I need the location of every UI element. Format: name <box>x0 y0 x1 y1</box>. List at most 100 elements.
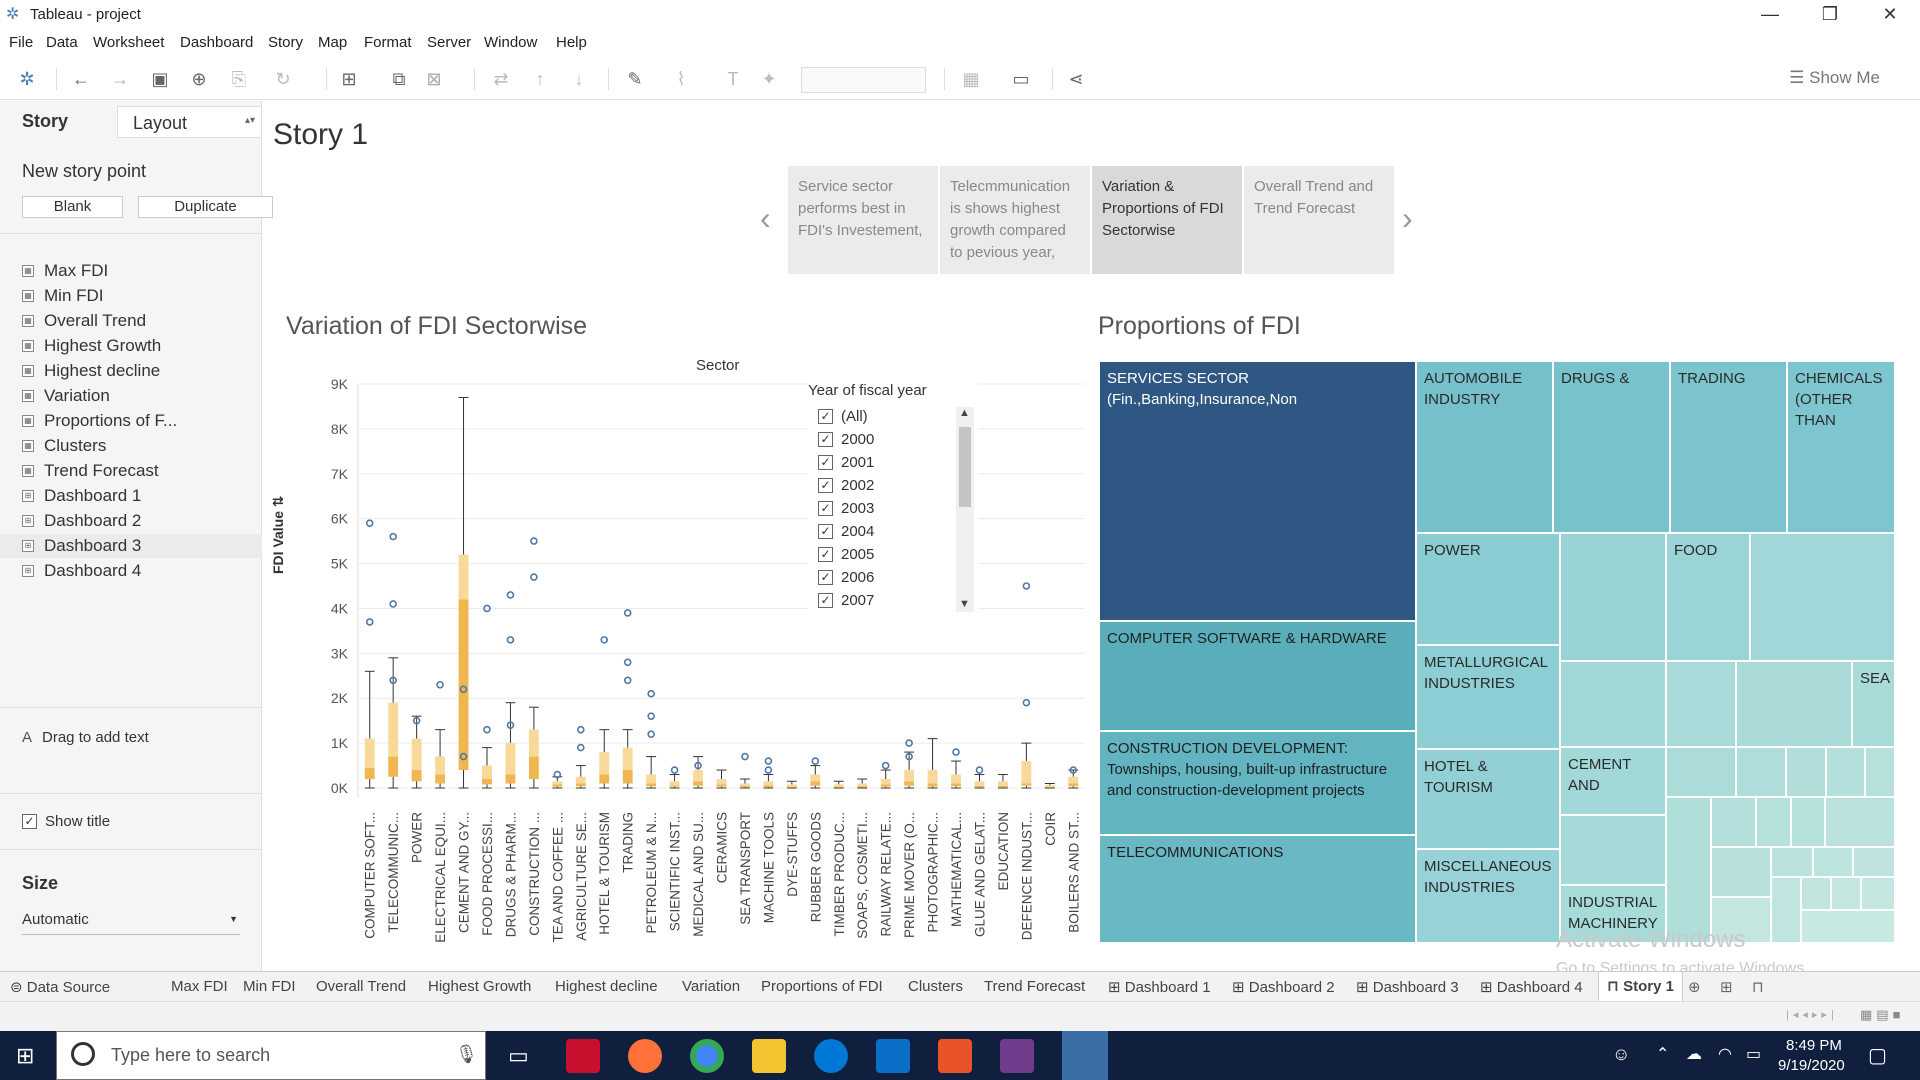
treemap-cell-unlabeled[interactable] <box>1831 877 1861 910</box>
duplicate-button[interactable]: Duplicate <box>138 196 273 218</box>
tab-data-source[interactable]: ⊜ Data Source <box>10 978 110 996</box>
sheet-item-variation[interactable]: ▦ Variation <box>22 384 110 408</box>
office-icon[interactable] <box>938 1039 972 1073</box>
tab-highest-growth[interactable]: Highest Growth <box>428 978 531 995</box>
show-hidden-icons-icon[interactable]: ⌃ <box>1656 1044 1669 1064</box>
filter-item-all[interactable]: ✓ (All) <box>808 405 978 428</box>
show-cards-icon[interactable]: ▦ <box>958 66 984 92</box>
scroll-down-icon[interactable]: ▼ <box>959 598 970 610</box>
new-worksheet-tab-icon[interactable]: ⊕ <box>1688 978 1701 996</box>
tab-clusters[interactable]: Clusters <box>908 978 963 995</box>
treemap-cell-unlabeled[interactable] <box>1853 847 1895 877</box>
filter-item-2000[interactable]: ✓ 2000 <box>808 428 978 451</box>
treemap-cell-unlabeled[interactable] <box>1666 747 1736 797</box>
task-view-icon[interactable]: ▭ <box>508 1043 529 1069</box>
clock-time[interactable]: 8:49 PM <box>1786 1037 1842 1054</box>
menu-format[interactable]: Format <box>364 34 412 51</box>
treemap[interactable]: SERVICES SECTOR (Fin.,Banking,Insurance,… <box>1099 361 1895 943</box>
treemap-cell-unlabeled[interactable] <box>1560 815 1666 885</box>
restore-button[interactable]: ❐ <box>1800 0 1860 30</box>
opera-icon[interactable] <box>566 1039 600 1073</box>
treemap-cell-drugs[interactable]: DRUGS & <box>1553 361 1670 533</box>
undo-icon[interactable]: ← <box>68 66 94 92</box>
tab-dashboard-1[interactable]: ⊞ Dashboard 1 <box>1108 978 1211 996</box>
tab-variation[interactable]: Variation <box>682 978 740 995</box>
treemap-cell-computer-software[interactable]: COMPUTER SOFTWARE & HARDWARE <box>1099 621 1416 731</box>
sheet-item-overall-trend[interactable]: ▦ Overall Trend <box>22 309 146 333</box>
menu-dashboard[interactable]: Dashboard <box>180 34 253 51</box>
filter-item-2002[interactable]: ✓ 2002 <box>808 474 978 497</box>
clock-date[interactable]: 9/19/2020 <box>1778 1057 1845 1074</box>
share-icon[interactable]: ⋖ <box>1063 66 1089 92</box>
treemap-cell-power[interactable]: POWER <box>1416 533 1560 645</box>
clear-sheet-icon[interactable]: ⊠ <box>421 66 447 92</box>
new-dashboard-tab-icon[interactable]: ⊞ <box>1720 978 1733 996</box>
sort-ascending-icon[interactable]: ↑ <box>527 66 553 92</box>
treemap-cell-hotel[interactable]: HOTEL & TOURISM <box>1416 749 1560 849</box>
sheet-item-dashboard-2[interactable]: ⊞ Dashboard 2 <box>22 509 141 533</box>
scroll-thumb[interactable] <box>959 427 971 507</box>
treemap-cell-unlabeled[interactable] <box>1801 910 1895 943</box>
tab-trend-forecast[interactable]: Trend Forecast <box>984 978 1085 995</box>
treemap-cell-unlabeled[interactable] <box>1711 797 1756 847</box>
sheet-item-clusters[interactable]: ▦ Clusters <box>22 434 106 458</box>
new-worksheet-icon[interactable]: ⊞ <box>336 66 362 92</box>
menu-map[interactable]: Map <box>318 34 347 51</box>
menu-data[interactable]: Data <box>46 34 78 51</box>
tab-highest-decline[interactable]: Highest decline <box>555 978 658 995</box>
highlight-icon[interactable]: ✎ <box>622 66 648 92</box>
menu-file[interactable]: File <box>9 34 33 51</box>
filter-scrollbar[interactable]: ▲ ▼ <box>956 407 974 612</box>
size-dropdown[interactable]: Automatic ▼ <box>22 911 240 935</box>
sheet-item-proportions[interactable]: ▦ Proportions of F... <box>22 409 177 433</box>
tableau-taskbar-icon[interactable] <box>1062 1031 1108 1080</box>
sheet-item-dashboard-4[interactable]: ⊞ Dashboard 4 <box>22 559 141 583</box>
drag-text-object[interactable]: A Drag to add text <box>22 729 149 746</box>
treemap-cell-unlabeled[interactable] <box>1771 847 1813 877</box>
treemap-cell-unlabeled[interactable] <box>1861 877 1895 910</box>
treemap-cell-unlabeled[interactable] <box>1560 661 1666 747</box>
treemap-cell-sea[interactable]: SEA <box>1852 661 1895 747</box>
show-title-checkbox[interactable]: ✓ Show title <box>22 813 110 830</box>
show-me-button[interactable]: ☰ Show Me <box>1789 68 1880 88</box>
taskbar-search-box[interactable]: Type here to search 🎙 <box>56 1031 486 1080</box>
tab-max-fdi[interactable]: Max FDI <box>171 978 228 995</box>
story-point-3[interactable]: Variation & Proportions of FDI Sectorwis… <box>1092 166 1242 274</box>
treemap-cell-unlabeled[interactable] <box>1666 661 1736 747</box>
filter-item-2007[interactable]: ✓ 2007 <box>808 589 978 612</box>
microphone-icon[interactable]: 🎙 <box>455 1044 478 1065</box>
sheet-item-min-fdi[interactable]: ▦ Min FDI <box>22 284 104 308</box>
tab-layout[interactable]: Layout ▴▾ <box>117 106 262 138</box>
refresh-icon[interactable]: ↻ <box>270 66 296 92</box>
next-story-point-arrow[interactable]: › <box>1402 200 1413 237</box>
treemap-cell-unlabeled[interactable] <box>1711 847 1771 897</box>
story-point-1[interactable]: Service sector performs best in FDI's In… <box>788 166 938 274</box>
treemap-cell-unlabeled[interactable] <box>1825 797 1895 847</box>
treemap-cell-metallurgical[interactable]: METALLURGICAL INDUSTRIES <box>1416 645 1560 749</box>
fit-dropdown[interactable] <box>801 67 926 93</box>
treemap-cell-food[interactable]: FOOD <box>1666 533 1750 661</box>
menu-story[interactable]: Story <box>268 34 303 51</box>
treemap-cell-unlabeled[interactable] <box>1666 797 1711 943</box>
fix-axes-icon[interactable]: ✦ <box>756 66 782 92</box>
tab-story-1[interactable]: ⊓ Story 1 <box>1598 972 1683 1001</box>
wifi-icon[interactable]: ◠ <box>1718 1044 1732 1064</box>
sheet-item-max-fdi[interactable]: ▦ Max FDI <box>22 259 108 283</box>
tableau-start-icon[interactable]: ✲ <box>14 66 40 92</box>
sheet-item-dashboard-1[interactable]: ⊞ Dashboard 1 <box>22 484 141 508</box>
duplicate-sheet-icon[interactable]: ⧉ <box>386 66 412 92</box>
presentation-mode-icon[interactable]: ▭ <box>1008 66 1034 92</box>
treemap-cell-unlabeled[interactable] <box>1756 797 1791 847</box>
swap-rows-columns-icon[interactable]: ⇄ <box>488 66 514 92</box>
treemap-cell-unlabeled[interactable] <box>1865 747 1895 797</box>
treemap-cell-miscellaneous[interactable]: MISCELLANEOUS INDUSTRIES <box>1416 849 1560 943</box>
firefox-icon[interactable] <box>628 1039 662 1073</box>
filter-item-2003[interactable]: ✓ 2003 <box>808 497 978 520</box>
sheet-item-trend-forecast[interactable]: ▦ Trend Forecast <box>22 459 159 483</box>
treemap-cell-unlabeled[interactable] <box>1791 797 1825 847</box>
show-mark-labels-icon[interactable]: T <box>720 66 746 92</box>
file-explorer-icon[interactable] <box>752 1039 786 1073</box>
tab-proportions[interactable]: Proportions of FDI <box>761 978 883 995</box>
treemap-cell-unlabeled[interactable] <box>1736 747 1786 797</box>
notifications-icon[interactable]: ▢ <box>1868 1043 1887 1068</box>
